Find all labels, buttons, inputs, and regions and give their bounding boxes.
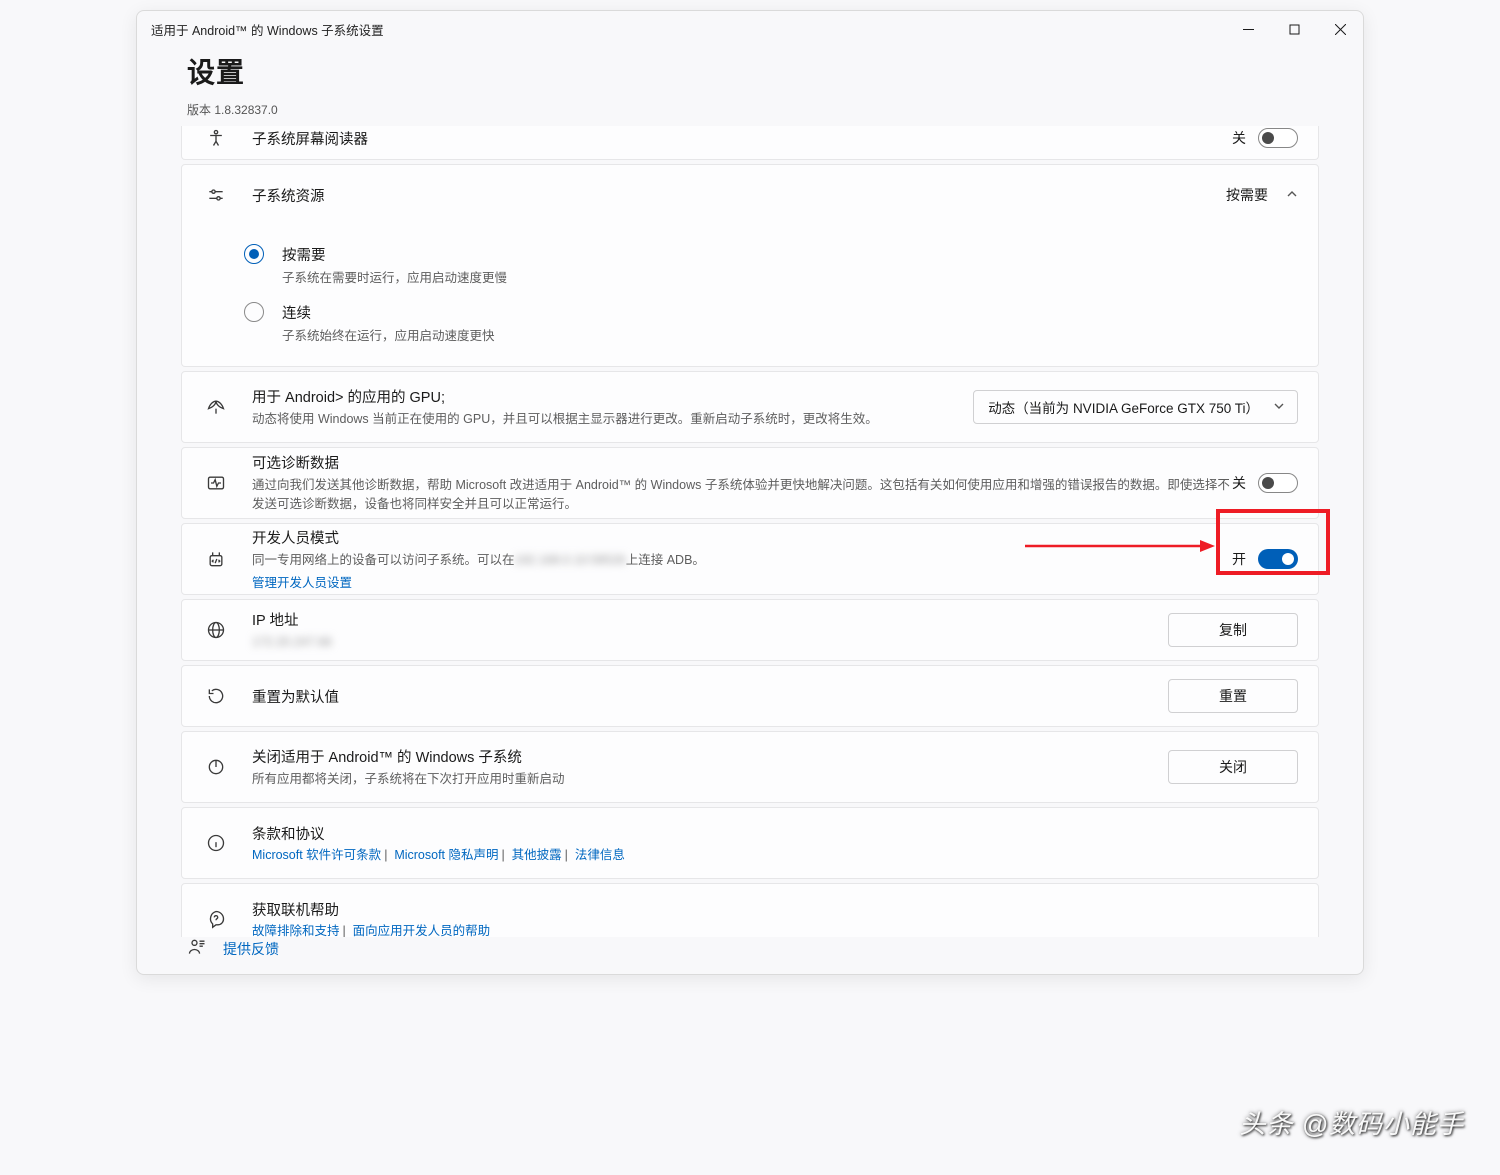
row-desc: 所有应用都将关闭，子系统将在下次打开应用时重新启动: [252, 770, 1168, 789]
accessibility-icon: [202, 128, 230, 148]
close-button[interactable]: [1317, 11, 1363, 47]
dev-desc-a: 同一专用网络上的设备可以访问子系统。可以在: [252, 553, 515, 567]
ip-value: 172.20.247.66: [252, 633, 1168, 652]
row-ip-address: IP 地址 172.20.247.66 复制: [181, 599, 1319, 661]
page-title: 设置: [187, 51, 1313, 91]
globe-icon: [202, 620, 230, 640]
terms-link-disclosure[interactable]: 其他披露: [512, 848, 562, 862]
developer-mode-toggle[interactable]: [1258, 549, 1298, 569]
dev-ip-blurred: 192.168.0.10:58526: [515, 553, 626, 567]
screenreader-toggle[interactable]: [1258, 128, 1298, 148]
option-desc: 子系统在需要时运行，应用启动速度更慢: [282, 267, 507, 286]
row-diagnostics: 可选诊断数据 通过向我们发送其他诊断数据，帮助 Microsoft 改进适用于 …: [181, 447, 1319, 519]
row-shutdown: 关闭适用于 Android™ 的 Windows 子系统 所有应用都将关闭，子系…: [181, 731, 1319, 803]
row-help: 获取联机帮助 故障排除和支持| 面向应用开发人员的帮助: [181, 883, 1319, 937]
row-title: IP 地址: [252, 609, 1168, 630]
row-reset: 重置为默认值 重置: [181, 665, 1319, 727]
heartbeat-icon: [202, 473, 230, 493]
help-icon: [202, 909, 230, 929]
feedback-link[interactable]: 提供反馈: [223, 939, 279, 959]
row-title: 条款和协议: [252, 823, 1298, 844]
row-title: 获取联机帮助: [252, 899, 1298, 920]
shutdown-button-label: 关闭: [1219, 757, 1247, 777]
row-developer-mode: 开发人员模式 同一专用网络上的设备可以访问子系统。可以在192.168.0.10…: [181, 523, 1319, 595]
toggle-label: 关: [1232, 473, 1246, 493]
reset-icon: [202, 686, 230, 706]
gpu-select[interactable]: 动态（当前为 NVIDIA GeForce GTX 750 Ti）: [973, 390, 1298, 424]
dev-desc-b: 上连接 ADB。: [626, 553, 705, 567]
row-gpu: 用于 Android> 的应用的 GPU; 动态将使用 Windows 当前正在…: [181, 371, 1319, 443]
terms-link-privacy[interactable]: Microsoft 隐私声明: [394, 848, 498, 862]
reset-button-label: 重置: [1219, 686, 1247, 706]
window-title: 适用于 Android™ 的 Windows 子系统设置: [151, 20, 384, 39]
copy-button-label: 复制: [1219, 620, 1247, 640]
row-desc: 通过向我们发送其他诊断数据，帮助 Microsoft 改进适用于 Android…: [252, 476, 1232, 514]
radio-icon: [244, 244, 264, 264]
page-header: 设置 版本 1.8.32837.0: [137, 47, 1363, 126]
feedback-icon: [187, 937, 207, 960]
toggle-label: 开: [1232, 549, 1246, 569]
row-title: 重置为默认值: [252, 686, 1168, 707]
performance-icon: [202, 397, 230, 417]
radio-icon: [244, 302, 264, 322]
terms-link-license[interactable]: Microsoft 软件许可条款: [252, 848, 381, 862]
row-title: 可选诊断数据: [252, 452, 1232, 473]
row-title: 子系统屏幕阅读器: [252, 128, 1232, 149]
window-controls: [1225, 11, 1363, 47]
gpu-select-value: 动态（当前为 NVIDIA GeForce GTX 750 Ti）: [988, 397, 1259, 417]
settings-body: 子系统屏幕阅读器 关 子系统资源 按需要 按需要 子系统在需要时运行，应用启动速…: [137, 126, 1363, 937]
maximize-button[interactable]: [1271, 11, 1317, 47]
resources-option-ondemand[interactable]: 按需要 子系统在需要时运行，应用启动速度更慢: [244, 236, 1298, 294]
resources-value: 按需要: [1226, 185, 1268, 205]
copy-button[interactable]: 复制: [1168, 613, 1298, 647]
watermark: 头条 @数码小能手: [1239, 1104, 1464, 1141]
row-terms: 条款和协议 Microsoft 软件许可条款| Microsoft 隐私声明| …: [181, 807, 1319, 879]
chevron-up-icon: [1286, 187, 1298, 203]
help-link-troubleshoot[interactable]: 故障排除和支持: [252, 924, 340, 937]
row-desc: 同一专用网络上的设备可以访问子系统。可以在192.168.0.10:58526上…: [252, 551, 1232, 570]
info-icon: [202, 833, 230, 853]
diagnostics-toggle[interactable]: [1258, 473, 1298, 493]
row-desc: 动态将使用 Windows 当前正在使用的 GPU，并且可以根据主显示器进行更改…: [252, 410, 973, 429]
terms-links: Microsoft 软件许可条款| Microsoft 隐私声明| 其他披露| …: [252, 844, 1298, 863]
power-icon: [202, 757, 230, 777]
footer: 提供反馈: [137, 937, 1363, 974]
toggle-label: 关: [1232, 128, 1246, 148]
row-title: 子系统资源: [252, 185, 1226, 206]
row-title: 关闭适用于 Android™ 的 Windows 子系统: [252, 746, 1168, 767]
row-resources[interactable]: 子系统资源 按需要: [181, 164, 1319, 226]
resources-radio-group: 按需要 子系统在需要时运行，应用启动速度更慢 连续 子系统始终在运行，应用启动速…: [181, 222, 1319, 367]
help-link-devhelp[interactable]: 面向应用开发人员的帮助: [353, 924, 491, 937]
resources-option-continuous[interactable]: 连续 子系统始终在运行，应用启动速度更快: [244, 294, 1298, 352]
titlebar: 适用于 Android™ 的 Windows 子系统设置: [137, 11, 1363, 47]
option-title: 按需要: [282, 244, 507, 265]
row-title: 开发人员模式: [252, 527, 1232, 548]
manage-dev-settings-link[interactable]: 管理开发人员设置: [252, 576, 352, 590]
help-links: 故障排除和支持| 面向应用开发人员的帮助: [252, 920, 1298, 937]
option-desc: 子系统始终在运行，应用启动速度更快: [282, 325, 495, 344]
minimize-button[interactable]: [1225, 11, 1271, 47]
reset-button[interactable]: 重置: [1168, 679, 1298, 713]
shutdown-button[interactable]: 关闭: [1168, 750, 1298, 784]
row-screenreader[interactable]: 子系统屏幕阅读器 关: [181, 126, 1319, 160]
developer-icon: [202, 549, 230, 569]
chevron-down-icon: [1273, 400, 1285, 415]
terms-link-legal[interactable]: 法律信息: [575, 848, 625, 862]
option-title: 连续: [282, 302, 495, 323]
row-title: 用于 Android> 的应用的 GPU;: [252, 386, 973, 407]
version-label: 版本 1.8.32837.0: [187, 101, 1313, 118]
sliders-icon: [202, 185, 230, 205]
app-window: 适用于 Android™ 的 Windows 子系统设置 设置 版本 1.8.3…: [136, 10, 1364, 975]
